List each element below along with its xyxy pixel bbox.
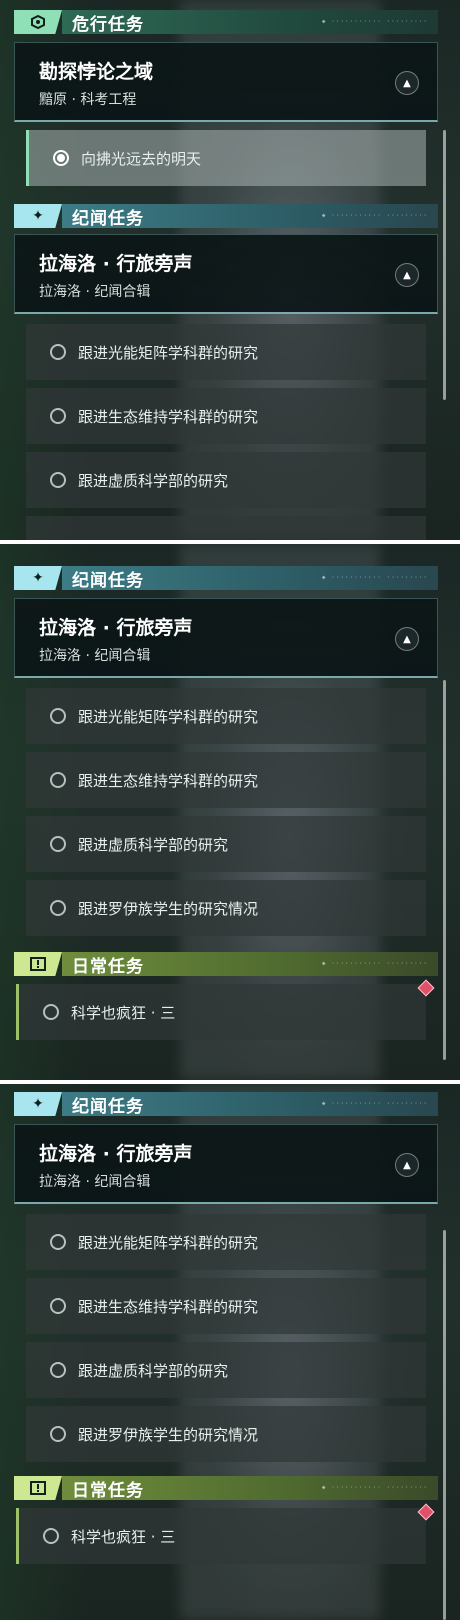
- task-label: 跟进罗伊族学生的研究情况: [78, 899, 259, 918]
- task-label: 跟进虚质科学部的研究: [78, 1361, 229, 1380]
- task-label: 跟进生态维持学科群的研究: [78, 1297, 259, 1316]
- radio-icon: [50, 344, 66, 360]
- quest-subtitle: 拉海洛 · 纪闻合辑: [39, 648, 151, 664]
- task-label: 跟进光能矩阵学科群的研究: [78, 1233, 259, 1252]
- radio-icon: [50, 472, 66, 488]
- quest-title: 拉海洛 · 行旅旁声: [39, 1143, 193, 1165]
- radio-icon: [50, 836, 66, 852]
- daily-quest-header: 日常任务 ◆ ··········· ·········: [14, 952, 438, 977]
- danger-quest-header: 危行任务 ◆ ··········· ·········: [14, 10, 438, 35]
- quest-card-lore[interactable]: 拉海洛 · 行旅旁声 拉海洛 · 纪闻合辑 ▲: [14, 598, 438, 678]
- quest-panel-1: 危行任务 ◆ ··········· ········· 勘探悖论之域 黯原 ·…: [0, 0, 460, 540]
- task-label: 跟进生态维持学科群的研究: [78, 407, 259, 426]
- task-item[interactable]: 跟进罗伊族学生的研究情况: [26, 880, 426, 936]
- header-decoration: ◆ ··········· ·········: [321, 1484, 428, 1491]
- quest-panel-3: ✦ 纪闻任务 ◆ ··········· ········· 拉海洛 · 行旅旁…: [0, 1084, 460, 1620]
- radio-selected-icon: [53, 150, 69, 166]
- task-label: 向拂光远去的明天: [81, 149, 202, 168]
- danger-quest-icon: [14, 10, 62, 34]
- radio-icon: [43, 1004, 59, 1020]
- task-item-partial[interactable]: [26, 516, 426, 540]
- task-item[interactable]: 跟进生态维持学科群的研究: [26, 752, 426, 808]
- exclamation-icon: [14, 952, 62, 976]
- radio-icon: [50, 772, 66, 788]
- quest-card-lore[interactable]: 拉海洛 · 行旅旁声 拉海洛 · 纪闻合辑 ▲: [14, 234, 438, 314]
- sparkle-icon: ✦: [14, 204, 62, 228]
- quest-title: 勘探悖论之域: [39, 61, 154, 83]
- task-item[interactable]: 跟进罗伊族学生的研究情况: [26, 1406, 426, 1462]
- task-label: 跟进罗伊族学生的研究情况: [78, 1425, 259, 1444]
- task-item[interactable]: 跟进光能矩阵学科群的研究: [26, 1214, 426, 1270]
- task-item[interactable]: 跟进光能矩阵学科群的研究: [26, 688, 426, 744]
- radio-icon: [50, 1362, 66, 1378]
- quest-card-lore[interactable]: 拉海洛 · 行旅旁声 拉海洛 · 纪闻合辑 ▲: [14, 1124, 438, 1204]
- quest-panel-2: ✦ 纪闻任务 ◆ ··········· ········· 拉海洛 · 行旅旁…: [0, 544, 460, 1080]
- radio-icon: [50, 408, 66, 424]
- task-item[interactable]: 跟进生态维持学科群的研究: [26, 1278, 426, 1334]
- task-label: 科学也疯狂 · 三: [71, 1527, 176, 1546]
- lore-quest-header: ✦ 纪闻任务 ◆ ··········· ·········: [14, 1092, 438, 1117]
- task-item[interactable]: 跟进生态维持学科群的研究: [26, 388, 426, 444]
- header-decoration: ◆ ··········· ·········: [321, 1100, 428, 1107]
- quest-subtitle: 黯原 · 科考工程: [39, 92, 137, 108]
- radio-icon: [50, 1298, 66, 1314]
- task-label: 跟进光能矩阵学科群的研究: [78, 343, 259, 362]
- header-decoration: ◆ ··········· ·········: [321, 18, 428, 25]
- task-label: 跟进光能矩阵学科群的研究: [78, 707, 259, 726]
- quest-subtitle: 拉海洛 · 纪闻合辑: [39, 1174, 151, 1190]
- radio-icon: [50, 900, 66, 916]
- lore-quest-header: ✦ 纪闻任务 ◆ ··········· ·········: [14, 204, 438, 229]
- quest-card-danger[interactable]: 勘探悖论之域 黯原 · 科考工程 ▲: [14, 42, 438, 122]
- quest-subtitle: 拉海洛 · 纪闻合辑: [39, 284, 151, 300]
- header-decoration: ◆ ··········· ·········: [321, 212, 428, 219]
- radio-icon: [50, 708, 66, 724]
- radio-icon: [50, 1426, 66, 1442]
- radio-icon: [43, 1528, 59, 1544]
- task-item[interactable]: 跟进虚质科学部的研究: [26, 452, 426, 508]
- task-item-active[interactable]: 向拂光远去的明天: [26, 130, 426, 186]
- scrollbar[interactable]: [443, 680, 446, 1060]
- task-item-daily[interactable]: 科学也疯狂 · 三: [16, 984, 426, 1040]
- daily-quest-header: 日常任务 ◆ ··········· ·········: [14, 1476, 438, 1501]
- task-item[interactable]: 跟进虚质科学部的研究: [26, 1342, 426, 1398]
- task-item[interactable]: 跟进光能矩阵学科群的研究: [26, 324, 426, 380]
- sparkle-icon: ✦: [14, 566, 62, 590]
- chevron-up-icon[interactable]: ▲: [395, 1153, 419, 1177]
- exclamation-icon: [14, 1476, 62, 1500]
- scrollbar[interactable]: [443, 130, 446, 400]
- chevron-up-icon[interactable]: ▲: [395, 71, 419, 95]
- task-label: 科学也疯狂 · 三: [71, 1003, 176, 1022]
- header-decoration: ◆ ··········· ·········: [321, 960, 428, 967]
- frame-divider: [0, 1080, 460, 1084]
- task-label: 跟进虚质科学部的研究: [78, 835, 229, 854]
- radio-icon: [50, 1234, 66, 1250]
- lore-quest-header: ✦ 纪闻任务 ◆ ··········· ·········: [14, 566, 438, 591]
- task-item[interactable]: 跟进虚质科学部的研究: [26, 816, 426, 872]
- task-label: 跟进生态维持学科群的研究: [78, 771, 259, 790]
- chevron-up-icon[interactable]: ▲: [395, 263, 419, 287]
- chevron-up-icon[interactable]: ▲: [395, 627, 419, 651]
- quest-title: 拉海洛 · 行旅旁声: [39, 617, 193, 639]
- frame-divider: [0, 540, 460, 544]
- header-decoration: ◆ ··········· ·········: [321, 574, 428, 581]
- task-label: 跟进虚质科学部的研究: [78, 471, 229, 490]
- scrollbar[interactable]: [443, 1230, 446, 1620]
- sparkle-icon: ✦: [14, 1092, 62, 1116]
- task-item-daily[interactable]: 科学也疯狂 · 三: [16, 1508, 426, 1564]
- quest-title: 拉海洛 · 行旅旁声: [39, 253, 193, 275]
